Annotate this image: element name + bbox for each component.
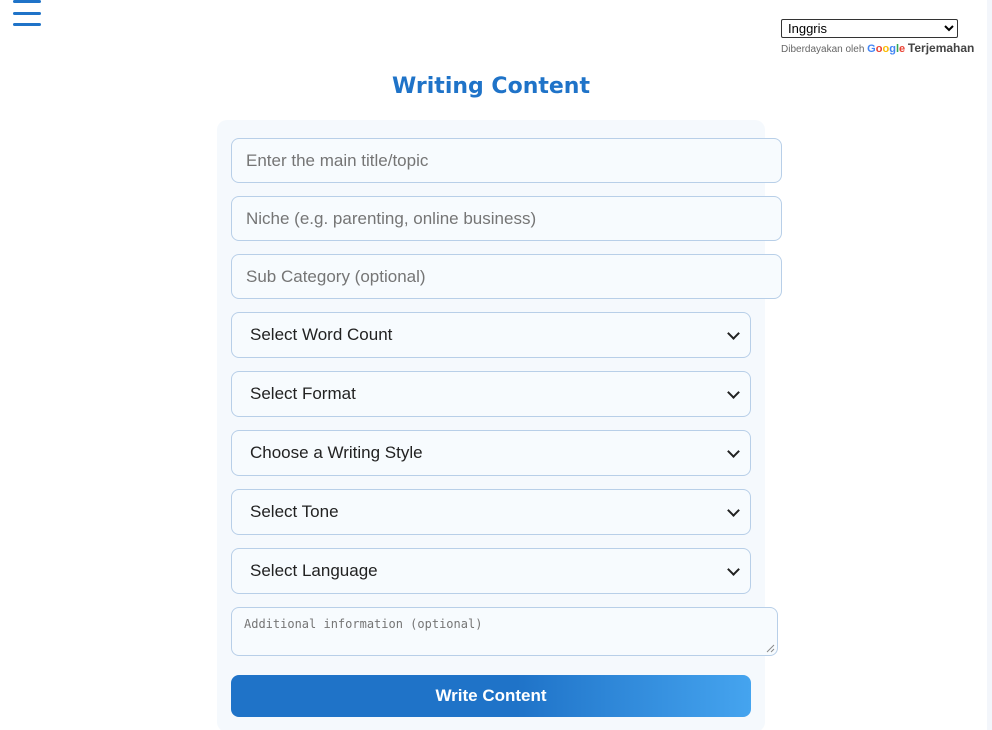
google-logo: Google [867,43,906,55]
page-title: Writing Content [392,74,590,99]
translate-link[interactable]: Terjemahan [908,41,974,55]
title-topic-input[interactable] [231,138,782,183]
page: Inggris Diberdayakan oleh Google Terjema… [0,0,992,730]
tone-select[interactable]: Select Tone [231,489,751,535]
chevron-down-icon [727,444,740,458]
chevron-down-icon [727,562,740,576]
scrollbar-track[interactable] [987,0,992,730]
powered-by-google: Diberdayakan oleh Google Terjemahan [781,41,974,55]
sub-category-input[interactable] [231,254,782,299]
chevron-down-icon [727,503,740,517]
word-count-select-value: Select Word Count [250,325,393,344]
word-count-select[interactable]: Select Word Count [231,312,751,358]
chevron-down-icon [727,326,740,340]
additional-info-textarea[interactable] [231,607,778,656]
google-translate-widget: Inggris Diberdayakan oleh Google Terjema… [781,19,974,55]
powered-by-text: Diberdayakan oleh [781,44,865,55]
chevron-down-icon [727,385,740,399]
hamburger-menu-icon[interactable] [13,0,41,28]
writing-style-select[interactable]: Choose a Writing Style [231,430,751,476]
writing-style-select-value: Choose a Writing Style [250,443,423,462]
language-select[interactable]: Select Language [231,548,751,594]
niche-input[interactable] [231,196,782,241]
resize-handle-icon[interactable] [766,644,775,653]
menu-bar [13,0,41,3]
menu-bar [13,23,41,26]
tone-select-value: Select Tone [250,502,339,521]
menu-bar [13,12,41,15]
format-select[interactable]: Select Format [231,371,751,417]
translate-language-select[interactable]: Inggris [781,19,958,38]
write-content-button[interactable]: Write Content [231,675,751,717]
format-select-value: Select Format [250,384,356,403]
language-select-value: Select Language [250,561,378,580]
